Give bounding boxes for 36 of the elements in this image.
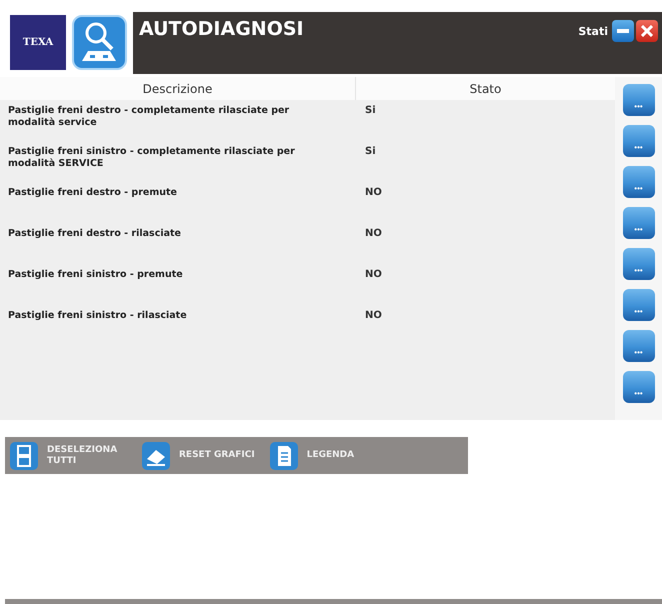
description-cell-text: Pastiglie freni destro - rilasciate bbox=[7, 228, 182, 240]
state-cell-text: NO bbox=[364, 187, 382, 198]
description-cell-text: Pastiglie freni sinistro - premute bbox=[7, 269, 184, 281]
column-header: Stato bbox=[468, 80, 502, 98]
details-button[interactable]: ••• bbox=[622, 330, 654, 362]
state-cell-text: NO bbox=[364, 228, 382, 239]
description-cell-text: Pastiglie freni sinistro - completamente rilasciate per modalità SERVICE bbox=[7, 146, 296, 170]
close-button[interactable] bbox=[636, 20, 658, 42]
details-button[interactable]: ••• bbox=[622, 125, 654, 157]
state-cell-text: Si bbox=[364, 146, 376, 157]
description-cell-text: Pastiglie freni destro - premute bbox=[7, 187, 178, 199]
column-header: Descrizione bbox=[0, 77, 356, 100]
magnifier-car-icon bbox=[72, 15, 127, 70]
toolbar-button[interactable]: LEGENDA bbox=[268, 440, 354, 470]
details-button[interactable]: ••• bbox=[622, 207, 654, 239]
texa-logo: TEXA bbox=[10, 15, 66, 70]
details-button[interactable]: ••• bbox=[622, 84, 654, 116]
minimize-button[interactable] bbox=[612, 20, 634, 42]
close-icon bbox=[641, 25, 653, 37]
eraser-icon bbox=[141, 440, 171, 470]
state-cell-text: NO bbox=[364, 269, 382, 280]
toolbar-button[interactable]: RESET GRAFICI bbox=[141, 440, 255, 470]
description-cell-text: Pastiglie freni sinistro - rilasciate bbox=[7, 310, 188, 322]
grid-icon bbox=[9, 440, 39, 470]
details-button[interactable]: ••• bbox=[622, 166, 654, 198]
window-title: AUTODIAGNOSI bbox=[139, 18, 304, 40]
minimize-icon bbox=[617, 29, 629, 33]
details-button[interactable]: ••• bbox=[622, 248, 654, 280]
status-label: Stati bbox=[578, 24, 608, 38]
details-button[interactable]: ••• bbox=[622, 289, 654, 321]
state-cell-text: Si bbox=[364, 105, 376, 116]
state-cell-text: NO bbox=[364, 310, 382, 321]
toolbar-button[interactable]: DESELEZIONA TUTTI bbox=[9, 440, 127, 470]
description-cell-text: Pastiglie freni destro - completamente rilasciate per modalità service bbox=[7, 105, 290, 129]
details-button[interactable]: ••• bbox=[622, 371, 654, 403]
document-icon bbox=[268, 440, 299, 470]
